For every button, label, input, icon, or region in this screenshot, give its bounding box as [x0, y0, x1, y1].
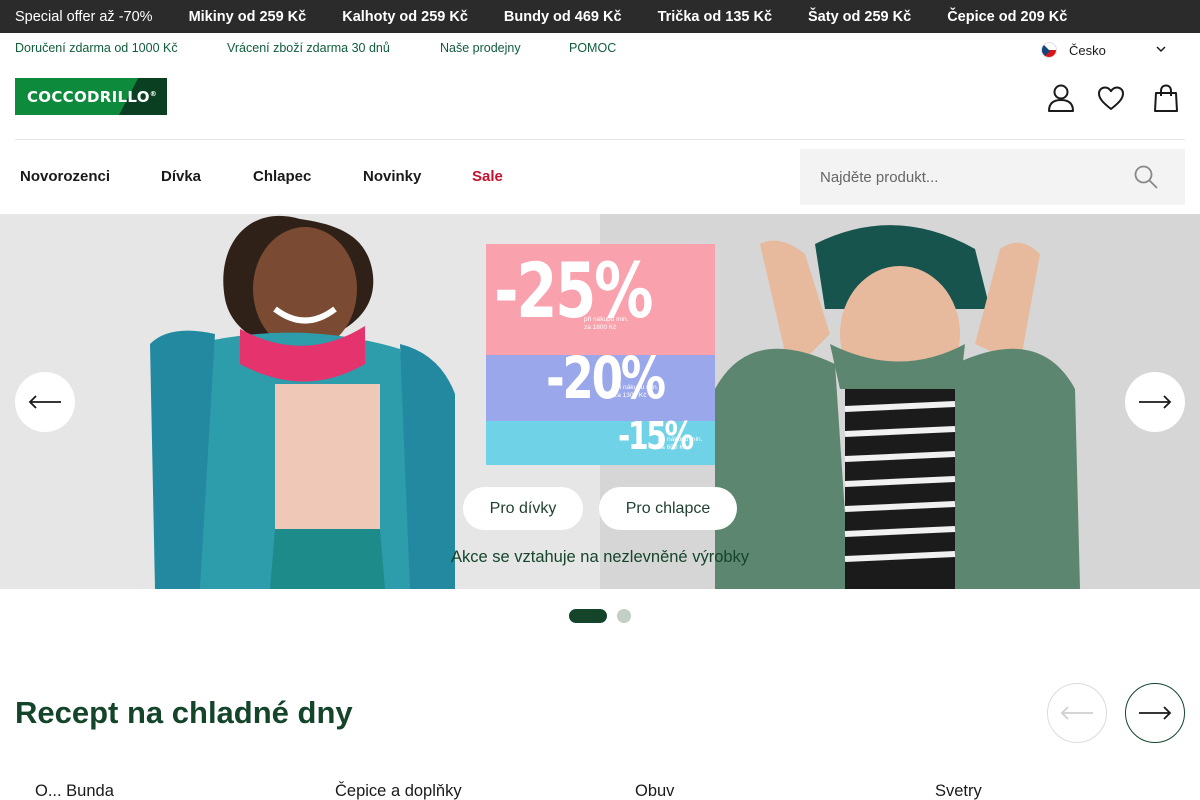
promo-link-mikiny[interactable]: Mikiny od 259 Kč [189, 9, 307, 25]
user-icon[interactable] [1046, 83, 1076, 113]
hero-banner: -25% při nákupu min. za 1800 Kč -20% při… [0, 214, 1200, 589]
for-boys-button[interactable]: Pro chlapce [599, 487, 737, 530]
category-link-svetry[interactable]: Svetry [935, 782, 982, 800]
promo-tier-20-condition: při nákupu min. za 1300 Kč [614, 384, 659, 399]
bag-icon[interactable] [1151, 83, 1181, 113]
header-divider [15, 139, 1185, 140]
chevron-down-icon [1156, 46, 1166, 53]
promo-tier-15-condition: při nákupu min. za 600 Kč [658, 436, 703, 451]
promo-tier-25-condition: při nákupu min. za 1800 Kč [584, 316, 629, 331]
promo-link-cepice[interactable]: Čepice od 209 Kč [947, 9, 1067, 25]
promo-link-tricka[interactable]: Trička od 135 Kč [658, 9, 772, 25]
carousel-dot-2[interactable] [617, 609, 631, 623]
heart-icon[interactable] [1096, 83, 1126, 113]
nav-item-novorozenci[interactable]: Novorozenci [20, 168, 110, 185]
section-title: Recept na chladné dny [15, 695, 353, 730]
promo-link-kalhoty[interactable]: Kalhoty od 259 Kč [342, 9, 468, 25]
arrow-left-icon [28, 395, 61, 409]
carousel-dot-1[interactable] [569, 609, 607, 623]
search-input[interactable] [820, 168, 1120, 186]
czech-flag-icon [1041, 42, 1057, 58]
nav-item-novinky[interactable]: Novinky [363, 168, 421, 185]
info-bar: Doručení zdarma od 1000 Kč Vrácení zboží… [0, 33, 1200, 65]
section-next-button[interactable] [1125, 683, 1185, 743]
free-delivery-link[interactable]: Doručení zdarma od 1000 Kč [15, 41, 178, 55]
category-link-obuv[interactable]: Obuv [635, 782, 674, 800]
search-icon[interactable] [1133, 164, 1159, 190]
hero-note: Akce se vztahuje na nezlevněné výrobky [450, 548, 750, 566]
nav-item-sale[interactable]: Sale [472, 168, 503, 185]
logo-text: COCCODRILLO® [27, 88, 158, 106]
promo-strip: Special offer až -70% Mikiny od 259 Kč K… [0, 0, 1200, 33]
category-link-cepice[interactable]: Čepice a doplňky [335, 782, 462, 800]
promo-special-offer[interactable]: Special offer až -70% [15, 9, 153, 25]
nav-item-divka[interactable]: Dívka [161, 168, 201, 185]
carousel-dots [569, 609, 631, 623]
section-prev-button[interactable] [1047, 683, 1107, 743]
stores-link[interactable]: Naše prodejny [440, 41, 521, 55]
for-girls-button[interactable]: Pro dívky [463, 487, 583, 530]
arrow-left-icon [1060, 706, 1093, 720]
promo-link-saty[interactable]: Šaty od 259 Kč [808, 9, 911, 25]
nav-item-chlapec[interactable]: Chlapec [253, 168, 311, 185]
arrow-right-icon [1139, 706, 1172, 720]
search-box [800, 149, 1185, 205]
coccodrillo-logo[interactable]: COCCODRILLO® [15, 78, 167, 115]
promo-link-bundy[interactable]: Bundy od 469 Kč [504, 9, 622, 25]
arrow-right-icon [1139, 395, 1172, 409]
language-selector[interactable]: Česko [1041, 41, 1171, 59]
promo-tier-20-value: -20% [546, 344, 666, 412]
discount-promo-card: -25% při nákupu min. za 1800 Kč -20% při… [486, 244, 715, 465]
free-return-link[interactable]: Vrácení zboží zdarma 30 dnů [227, 41, 390, 55]
category-link-bunda[interactable]: O... Bunda [35, 782, 114, 800]
help-link[interactable]: POMOC [569, 41, 616, 55]
language-label: Česko [1069, 42, 1106, 58]
hero-prev-button[interactable] [15, 372, 75, 432]
hero-next-button[interactable] [1125, 372, 1185, 432]
